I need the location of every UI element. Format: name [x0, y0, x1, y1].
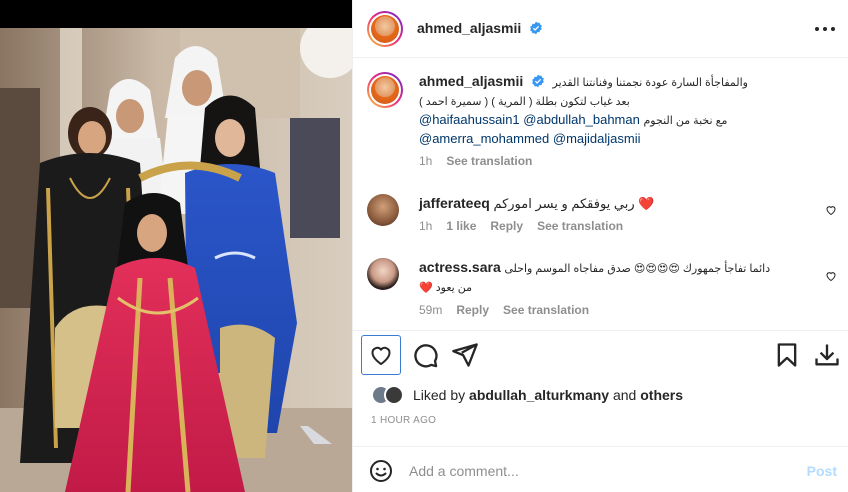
- author-name: ahmed_aljasmii: [417, 20, 543, 36]
- mention-link[interactable]: @abdullah_bahman: [523, 112, 640, 127]
- verified-icon: [530, 21, 542, 35]
- reply-button[interactable]: Reply: [490, 219, 523, 233]
- comment-content-line-1: دائما تفاجأ جمهورك 😍😍😍😍 صدق مفاجاه الموس…: [504, 263, 771, 275]
- commenter-avatar[interactable]: [367, 258, 399, 290]
- comment-content: ربي يوفقكم و يسر اموركم: [493, 196, 635, 211]
- comment-time: 59m: [419, 303, 443, 317]
- action-bar: [353, 330, 848, 378]
- mention-link[interactable]: @majidaljasmii: [553, 131, 641, 146]
- more-icon: [815, 27, 819, 31]
- like-button[interactable]: [361, 335, 401, 375]
- commenter-avatar[interactable]: [367, 194, 399, 226]
- liked-by-conj: and: [612, 387, 637, 403]
- liker-avatar[interactable]: [384, 385, 404, 405]
- comment-meta: 1h 1 like Reply See translation: [419, 219, 807, 233]
- comment-input[interactable]: [409, 457, 789, 485]
- post-comment-button[interactable]: Post: [807, 463, 837, 479]
- see-translation-button[interactable]: See translation: [446, 154, 532, 168]
- post-header: ahmed_aljasmii: [353, 0, 848, 58]
- post-timestamp[interactable]: 1 HOUR AGO: [371, 415, 436, 426]
- comment-body: actress.sara دائما تفاجأ جمهورك 😍😍😍😍 صدق…: [419, 258, 807, 317]
- caption-author-avatar[interactable]: [367, 72, 403, 108]
- author-username-link[interactable]: ahmed_aljasmii: [417, 20, 521, 36]
- likes-others-link[interactable]: others: [640, 387, 683, 403]
- post-photo-panel: [0, 0, 352, 492]
- author-avatar[interactable]: [367, 11, 403, 47]
- caption-meta: 1h See translation: [419, 154, 807, 168]
- liker-avatars: [371, 385, 405, 405]
- download-icon[interactable]: [813, 341, 841, 369]
- caption-text: ahmed_aljasmii والمفاجأة السارة عودة نجم…: [419, 72, 807, 148]
- comment-text: jafferateeq ربي يوفقكم و يسر اموركم ❤️: [419, 194, 807, 213]
- caption-username[interactable]: ahmed_aljasmii: [419, 73, 523, 89]
- comment-time: 1h: [419, 219, 433, 233]
- liker-username[interactable]: abdullah_alturkmany: [469, 387, 609, 403]
- post-window: ahmed_aljasmii ahmed_aljasmii والمفاجأة …: [0, 0, 848, 492]
- group-photo-illustration: [0, 28, 352, 492]
- comment-icon[interactable]: [411, 341, 439, 369]
- comment-like-icon[interactable]: [825, 270, 837, 282]
- commenter-username[interactable]: jafferateeq: [419, 195, 490, 211]
- caption-mid-text: مع نخبة من النجوم: [643, 115, 728, 127]
- comment-composer: Post: [353, 446, 848, 492]
- reply-button[interactable]: Reply: [456, 303, 489, 317]
- comment-content-line-2: من يعود ❤️: [419, 282, 473, 294]
- comment-like-icon[interactable]: [825, 204, 837, 216]
- likes-summary: Liked by abdullah_alturkmany and others: [371, 384, 683, 406]
- commenter-username[interactable]: actress.sara: [419, 259, 501, 275]
- comment-body: jafferateeq ربي يوفقكم و يسر اموركم ❤️ 1…: [419, 194, 807, 233]
- emoji-icon[interactable]: [369, 459, 393, 483]
- comment-meta: 59m Reply See translation: [419, 303, 807, 317]
- post-photo[interactable]: [0, 28, 352, 492]
- send-icon[interactable]: [451, 341, 479, 369]
- see-translation-button[interactable]: See translation: [503, 303, 589, 317]
- post-details-panel: ahmed_aljasmii ahmed_aljasmii والمفاجأة …: [352, 0, 848, 492]
- bookmark-icon[interactable]: [773, 341, 801, 369]
- verified-icon: [532, 74, 544, 88]
- comments-section: ahmed_aljasmii والمفاجأة السارة عودة نجم…: [353, 58, 848, 328]
- caption-body: ahmed_aljasmii والمفاجأة السارة عودة نجم…: [419, 72, 807, 168]
- caption-time: 1h: [419, 154, 433, 168]
- caption-line-1: والمفاجأة السارة عودة نجمتنا وفنانتنا ال…: [552, 77, 748, 89]
- more-options-button[interactable]: [815, 22, 835, 36]
- heart-icon: [371, 346, 391, 366]
- mention-link[interactable]: @haifaahussain1: [419, 112, 520, 127]
- caption-line-2: بعد غياب لتكون بطلة ( المرية ) ( سميرة ا…: [419, 96, 630, 108]
- comment-text: actress.sara دائما تفاجأ جمهورك 😍😍😍😍 صدق…: [419, 258, 807, 297]
- see-translation-button[interactable]: See translation: [537, 219, 623, 233]
- comment-emoji: ❤️: [638, 196, 655, 211]
- liked-by-prefix: Liked by: [413, 387, 466, 403]
- mention-link[interactable]: @amerra_mohammed: [419, 131, 549, 146]
- comment-likes[interactable]: 1 like: [446, 219, 476, 233]
